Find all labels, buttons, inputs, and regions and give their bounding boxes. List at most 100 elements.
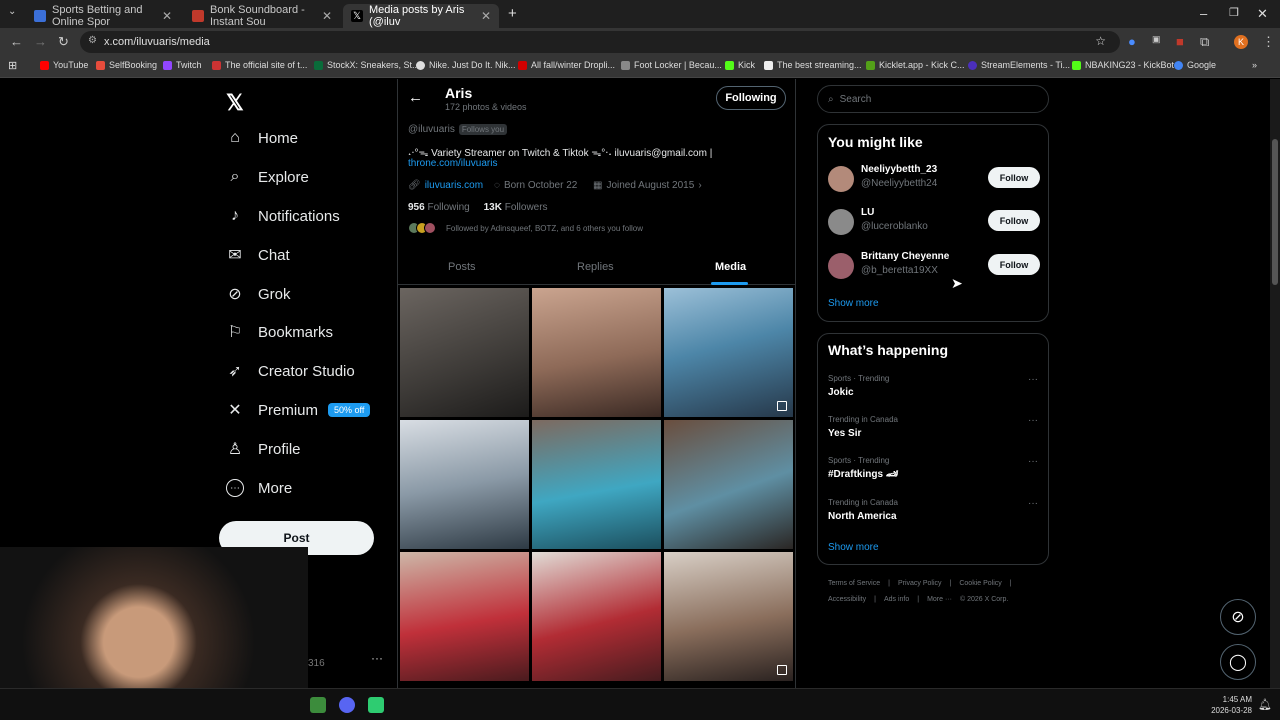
cookie-link[interactable]: Cookie Policy — [959, 580, 1001, 587]
tab-posts[interactable]: Posts — [448, 261, 476, 273]
bookmark-kickbot[interactable]: NBAKING23 - KickBot — [1072, 60, 1174, 70]
more-dots-icon[interactable]: ··· — [1028, 374, 1038, 385]
sidebar-item-notifications[interactable]: ♪ Notifications — [226, 207, 340, 225]
bookmark-google[interactable]: Google — [1174, 60, 1216, 70]
bookmark-supreme[interactable]: All fall/winter Dropli... — [518, 60, 615, 70]
apps-grid-icon[interactable]: ⊞ — [8, 59, 17, 72]
bookmark-foot-locker[interactable]: Foot Locker | Becau... — [621, 60, 722, 70]
browser-tab-1[interactable]: Sports Betting and Online Spor ✕ — [26, 4, 180, 28]
following-button[interactable]: Following — [716, 86, 786, 110]
website-link[interactable]: iluvuaris.com — [425, 180, 483, 191]
site-info-icon[interactable]: ⚙ — [88, 35, 97, 46]
minecraft-app-icon[interactable] — [310, 697, 326, 713]
bookmark-twitch[interactable]: Twitch — [163, 60, 202, 70]
x-logo-icon[interactable]: 𝕏 — [226, 90, 244, 116]
joined-meta[interactable]: ▦ Joined August 2015 › — [593, 180, 702, 191]
sidebar-item-home[interactable]: ⌂ Home — [226, 129, 298, 147]
page-scrollbar[interactable] — [1270, 79, 1280, 688]
privacy-link[interactable]: Privacy Policy — [898, 580, 942, 587]
close-tab-icon[interactable]: ✕ — [481, 9, 491, 23]
media-tile-2[interactable] — [532, 288, 661, 417]
close-window-icon[interactable]: ✕ — [1257, 6, 1268, 22]
follow-button[interactable]: Follow — [988, 167, 1040, 188]
sidebar-item-profile[interactable]: ♙ Profile — [226, 440, 301, 459]
discord-app-icon[interactable] — [339, 697, 355, 713]
restore-icon[interactable]: ❐ — [1229, 6, 1239, 19]
media-tile-8[interactable] — [532, 552, 661, 681]
suggestion-item[interactable]: Brittany Cheyenne @b_beretta19XX Follow — [828, 251, 1040, 283]
media-tile-7[interactable] — [400, 552, 529, 681]
profile-avatar-icon[interactable]: K — [1234, 35, 1248, 49]
sidebar-item-explore[interactable]: ⌕ Explore — [226, 168, 309, 186]
grok-fab-button[interactable]: ⊘ — [1220, 599, 1256, 635]
reload-icon[interactable]: ↻ — [58, 34, 69, 50]
sidebar-item-chat[interactable]: ✉ Chat — [226, 246, 289, 265]
forward-icon[interactable]: → — [34, 34, 47, 49]
notification-bell-icon[interactable]: 🔔︎ — [1258, 698, 1272, 711]
followed-by-row[interactable]: Followed by Adinsqueef, BOTZ, and 6 othe… — [408, 222, 643, 234]
trend-item[interactable]: Trending in Canada Yes Sir ··· — [828, 415, 1040, 439]
search-box[interactable]: ⌕ — [817, 85, 1049, 113]
more-link[interactable]: More ··· — [927, 596, 952, 603]
media-tile-4[interactable] — [400, 420, 529, 549]
media-tile-3[interactable] — [664, 288, 793, 417]
bookmark-stockx[interactable]: StockX: Sneakers, St... — [314, 60, 420, 70]
back-arrow-icon[interactable]: ← — [408, 89, 423, 106]
close-tab-icon[interactable]: ✕ — [162, 9, 172, 23]
extension-icon[interactable]: ● — [1128, 34, 1136, 49]
bookmark-streamelements[interactable]: StreamElements - Ti... — [968, 60, 1070, 70]
follow-button[interactable]: Follow — [988, 254, 1040, 275]
more-dots-icon[interactable]: ··· — [1028, 415, 1038, 426]
back-icon[interactable]: ← — [10, 34, 23, 49]
bookmark-youtube[interactable]: YouTube — [40, 60, 88, 70]
media-tile-9[interactable] — [664, 552, 793, 681]
extension-icon[interactable]: ▣ — [1152, 34, 1161, 45]
suggestion-item[interactable]: Neeliyybetth_23 @Neeliyybetth24 Follow — [828, 164, 1040, 196]
trend-item[interactable]: Trending in Canada North America ··· — [828, 498, 1040, 522]
menu-kebab-icon[interactable]: ⋮ — [1262, 34, 1275, 50]
browser-tab-3-active[interactable]: 𝕏 Media posts by Aris (@iluv ✕ — [343, 4, 499, 28]
browser-tab-2[interactable]: Bonk Soundboard - Instant Sou ✕ — [184, 4, 340, 28]
search-input[interactable] — [839, 93, 1030, 105]
tab-search-icon[interactable]: ⌄ — [8, 6, 16, 17]
media-tile-6[interactable] — [664, 420, 793, 549]
app-icon[interactable] — [368, 697, 384, 713]
close-tab-icon[interactable]: ✕ — [322, 9, 332, 23]
trend-item[interactable]: Sports · Trending #Draftkings 🏎 ··· — [828, 456, 1040, 480]
more-dots-icon[interactable]: ··· — [1028, 498, 1038, 509]
media-tile-5[interactable] — [532, 420, 661, 549]
following-stat[interactable]: 956 Following — [408, 202, 470, 213]
trend-item[interactable]: Sports · Trending Jokic ··· — [828, 374, 1040, 398]
terms-link[interactable]: Terms of Service — [828, 580, 880, 587]
minimize-icon[interactable]: – — [1200, 6, 1207, 21]
bookmark-official-site[interactable]: The official site of t... — [212, 60, 307, 70]
more-dots-icon[interactable]: ··· — [1028, 456, 1038, 467]
tab-replies[interactable]: Replies — [577, 261, 614, 273]
tab-media[interactable]: Media — [715, 261, 746, 273]
extension-icon[interactable]: ■ — [1176, 34, 1184, 49]
new-tab-icon[interactable]: + — [508, 5, 517, 22]
messages-fab-button[interactable]: ◯ — [1220, 644, 1256, 680]
bookmark-nike[interactable]: Nike. Just Do It. Nik... — [416, 60, 516, 70]
sidebar-item-grok[interactable]: ⊘ Grok — [226, 285, 290, 304]
puzzle-icon[interactable]: ⧉ — [1200, 34, 1209, 50]
follow-button[interactable]: Follow — [988, 210, 1040, 231]
website-meta[interactable]: 🔗︎ iluvuaris.com — [408, 180, 483, 191]
bookmark-star-icon[interactable]: ☆ — [1095, 34, 1106, 48]
more-bookmarks-icon[interactable]: » — [1252, 60, 1257, 70]
account-menu-dots-icon[interactable]: ··· — [371, 651, 383, 665]
suggestion-item[interactable]: LU @luceroblanko Follow — [828, 207, 1040, 239]
ads-info-link[interactable]: Ads info — [884, 596, 909, 603]
media-tile-1[interactable] — [400, 288, 529, 417]
bookmark-streaming[interactable]: The best streaming... — [764, 60, 862, 70]
bookmark-kicklet[interactable]: Kicklet.app - Kick C... — [866, 60, 965, 70]
bookmark-kick[interactable]: Kick — [725, 60, 755, 70]
bio-link[interactable]: throne.com/iluvuaris — [408, 158, 497, 169]
url-field[interactable]: ⚙ x.com/iluvuaris/media ☆ — [80, 31, 1120, 53]
show-more-link[interactable]: Show more — [828, 542, 879, 553]
sidebar-item-creator-studio[interactable]: ➶ Creator Studio — [226, 362, 354, 381]
followers-stat[interactable]: 13K Followers — [484, 202, 548, 213]
accessibility-link[interactable]: Accessibility — [828, 596, 866, 603]
sidebar-item-bookmarks[interactable]: ⚐ Bookmarks — [226, 323, 333, 342]
sidebar-item-more[interactable]: ⋯ More — [226, 479, 292, 497]
